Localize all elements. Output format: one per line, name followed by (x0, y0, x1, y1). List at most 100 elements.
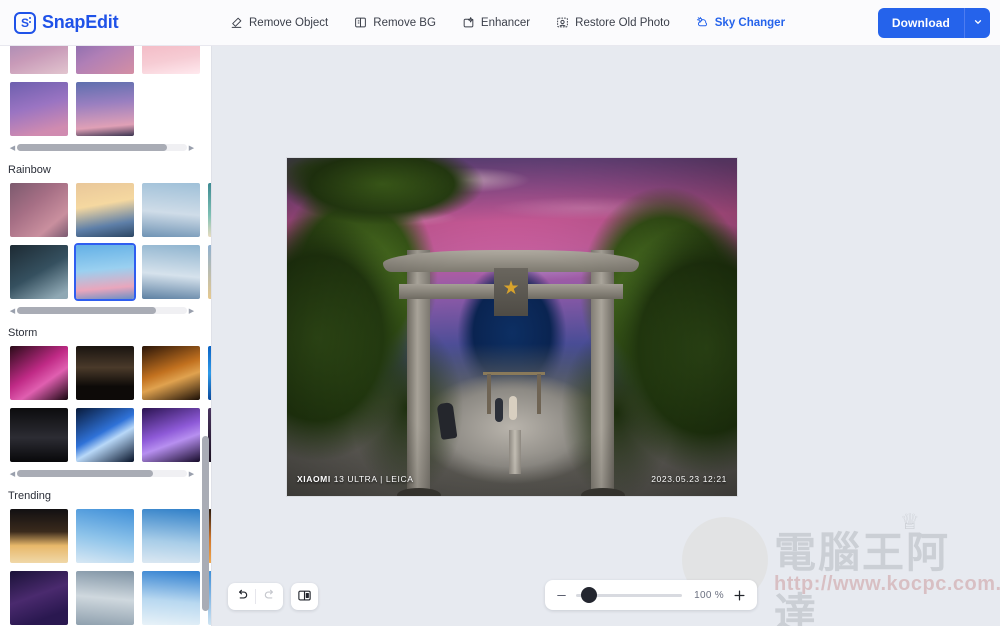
app-header: S SnapEdit Remove Object Remove BG Enhan… (0, 0, 1000, 46)
hscroll-track[interactable] (17, 470, 187, 477)
sky-section-trending: Trending ◀ ▶ (0, 483, 211, 626)
exif-brand: XIAOMI (297, 474, 331, 484)
sky-section-storm: Storm ◀ ▶ (0, 320, 211, 483)
sky-section-purple-sky: Purple Sky ◀ ▶ (0, 46, 211, 157)
exif-camera: XIAOMI 13 ULTRA | LEICA (297, 474, 413, 484)
sky-thumb[interactable] (74, 80, 136, 138)
scroll-right-icon[interactable]: ▶ (187, 470, 196, 478)
section-title: Storm (8, 327, 38, 339)
restore-photo-icon (556, 16, 569, 29)
zoom-toolbar[interactable]: 100 % (545, 580, 757, 610)
editor-canvas[interactable]: ★ XIAOMI 13 ULTRA | LEICA 2023.05.23 12:… (212, 46, 1000, 626)
remove-bg-icon (354, 16, 367, 29)
thumb-grid (0, 344, 211, 464)
sky-thumb[interactable] (74, 181, 136, 239)
watermark-url: http://www.kocpc.com.tw (774, 573, 1000, 595)
download-button[interactable]: Download (877, 7, 964, 38)
download-dropdown-button[interactable] (964, 7, 990, 38)
tool-nav: Remove Object Remove BG Enhancer Restore… (230, 16, 878, 29)
scroll-right-icon[interactable]: ▶ (187, 144, 196, 152)
chevron-down-icon (973, 15, 983, 30)
tab-label: Restore Old Photo (575, 16, 670, 29)
sky-thumb[interactable] (140, 344, 202, 402)
sky-thumb[interactable] (74, 507, 136, 565)
sky-thumb[interactable] (8, 243, 70, 301)
section-hscrollbar[interactable]: ◀ ▶ (8, 142, 196, 153)
tab-remove-bg[interactable]: Remove BG (354, 16, 436, 29)
tab-label: Remove Object (249, 16, 329, 29)
tab-sky-changer[interactable]: Sky Changer (696, 16, 785, 29)
sky-thumb[interactable] (140, 181, 202, 239)
sky-thumb[interactable] (74, 46, 136, 76)
sky-thumb[interactable] (140, 80, 202, 138)
sky-thumb[interactable] (74, 344, 136, 402)
sky-preset-sidebar[interactable]: Purple Sky ◀ ▶ (0, 46, 212, 626)
sky-thumb[interactable] (8, 344, 70, 402)
scroll-left-icon[interactable]: ◀ (8, 144, 17, 152)
redo-icon (263, 588, 277, 605)
zoom-slider-knob[interactable] (580, 587, 597, 603)
thumb-grid (0, 46, 211, 138)
section-title: Trending (8, 490, 52, 502)
sky-thumb-selected[interactable] (74, 243, 136, 301)
section-hscrollbar[interactable]: ◀ ▶ (8, 468, 196, 479)
sky-changer-icon (696, 16, 709, 29)
snapedit-app: S SnapEdit Remove Object Remove BG Enhan… (0, 0, 1000, 626)
hscroll-thumb[interactable] (17, 307, 157, 314)
section-hscrollbar[interactable]: ◀ ▶ (8, 305, 196, 316)
download-group: Download (877, 7, 990, 38)
sky-thumb[interactable] (8, 181, 70, 239)
sidebar-vscrollbar-thumb[interactable] (202, 436, 209, 611)
thumb-grid (0, 181, 211, 301)
hscroll-thumb[interactable] (17, 470, 153, 477)
sky-thumb[interactable] (8, 507, 70, 565)
enhancer-icon (462, 16, 475, 29)
compare-button[interactable] (291, 583, 318, 610)
sky-thumb[interactable] (140, 507, 202, 565)
compare-split-icon (297, 588, 312, 606)
scroll-right-icon[interactable]: ▶ (187, 307, 196, 315)
zoom-value-label: 100 % (694, 589, 724, 601)
crown-icon: ♕ (900, 509, 920, 534)
sky-thumb[interactable] (140, 46, 202, 76)
undo-button[interactable] (228, 583, 255, 610)
hscroll-track[interactable] (17, 307, 187, 314)
history-toolbar (228, 583, 318, 610)
zoom-in-button[interactable] (732, 588, 747, 603)
tab-remove-object[interactable]: Remove Object (230, 16, 328, 29)
sky-thumb[interactable] (140, 243, 202, 301)
sky-thumb[interactable] (74, 406, 136, 464)
photo-vignette (287, 158, 737, 496)
hscroll-thumb[interactable] (17, 144, 167, 151)
tab-restore-old-photo[interactable]: Restore Old Photo (556, 16, 670, 29)
tab-label: Remove BG (373, 16, 436, 29)
tab-label: Enhancer (480, 16, 531, 29)
sky-thumb[interactable] (8, 569, 70, 626)
sky-thumb[interactable] (8, 406, 70, 464)
sky-thumb[interactable] (74, 569, 136, 626)
tab-label: Sky Changer (714, 16, 786, 29)
tab-enhancer[interactable]: Enhancer (462, 16, 530, 29)
zoom-out-button[interactable] (555, 589, 568, 602)
sky-thumb[interactable] (140, 569, 202, 626)
watermark-title: 電腦王阿達 (774, 528, 951, 626)
sky-thumb[interactable] (8, 80, 70, 138)
photo-exif-overlay: XIAOMI 13 ULTRA | LEICA 2023.05.23 12:21 (287, 474, 737, 484)
hscroll-track[interactable] (17, 144, 187, 151)
snapedit-logo-icon: S (14, 11, 36, 34)
edited-photo[interactable]: ★ XIAOMI 13 ULTRA | LEICA 2023.05.23 12:… (287, 158, 737, 496)
scroll-left-icon[interactable]: ◀ (8, 470, 17, 478)
exif-model: 13 ULTRA | LEICA (333, 474, 414, 484)
redo-button[interactable] (256, 583, 283, 610)
sky-thumb[interactable] (8, 46, 70, 76)
scroll-left-icon[interactable]: ◀ (8, 307, 17, 315)
undo-redo-group (228, 583, 283, 610)
zoom-slider-track[interactable] (576, 587, 682, 603)
exif-timestamp: 2023.05.23 12:21 (651, 474, 727, 484)
compare-group (291, 583, 318, 610)
brand-name: SnapEdit (42, 12, 119, 32)
brand-logo[interactable]: S SnapEdit (0, 11, 230, 34)
sky-thumb[interactable] (140, 406, 202, 464)
sidebar-scroll-content: Purple Sky ◀ ▶ (0, 46, 211, 626)
undo-icon (235, 588, 249, 605)
